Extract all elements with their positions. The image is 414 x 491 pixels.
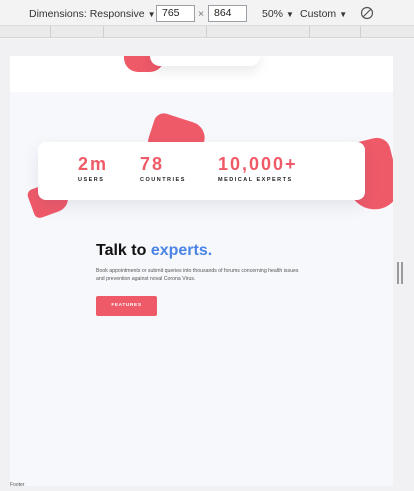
hero-title-accent: experts. [150, 242, 213, 259]
card-edge [150, 56, 260, 66]
resize-handle[interactable] [397, 262, 403, 284]
zoom-dropdown[interactable]: 50% ▼ [262, 8, 294, 21]
features-button[interactable]: FEATURES [96, 296, 157, 316]
rotate-icon[interactable] [360, 6, 374, 20]
times-separator: × [198, 8, 205, 20]
stat-users: 2m USERS [78, 154, 108, 183]
chevron-down-icon: ▼ [286, 10, 294, 19]
stat-label: USERS [78, 177, 105, 183]
dimensions-dropdown[interactable]: Dimensions: Responsive ▼ [29, 8, 155, 21]
stats-card: 2m USERS 78 COUNTRIES 10,000+ MEDICAL EX… [38, 142, 365, 200]
throttle-label: Custom [300, 8, 337, 20]
stat-countries: 78 COUNTRIES [140, 154, 186, 183]
hero-title-plain: Talk to [96, 242, 151, 259]
zoom-label: 50% [262, 8, 284, 20]
footer-label: Footer [10, 482, 25, 488]
stat-label: MEDICAL EXPERTS [218, 177, 293, 183]
stat-value: 78 [140, 154, 165, 174]
throttle-dropdown[interactable]: Custom ▼ [300, 8, 347, 21]
hero-description: Book appointments or submit queries into… [96, 268, 299, 282]
stat-medical-experts: 10,000+ MEDICAL EXPERTS [218, 154, 298, 183]
chevron-down-icon: ▼ [147, 10, 156, 19]
page-viewport: 2m USERS 78 COUNTRIES 10,000+ MEDICAL EX… [10, 56, 393, 486]
hero-title: Talk to experts. [96, 242, 212, 260]
stat-value: 2m [78, 154, 109, 174]
stat-label: COUNTRIES [140, 177, 186, 183]
media-query-ruler[interactable] [0, 26, 414, 38]
height-input[interactable]: 864 [208, 5, 247, 22]
dimensions-label: Dimensions: Responsive [29, 8, 145, 20]
device-toolbar: Dimensions: Responsive ▼ 765 × 864 50% ▼ C… [0, 0, 414, 26]
chevron-down-icon: ▼ [339, 10, 348, 19]
stat-value: 10,000+ [218, 154, 298, 174]
width-input[interactable]: 765 [156, 5, 195, 22]
